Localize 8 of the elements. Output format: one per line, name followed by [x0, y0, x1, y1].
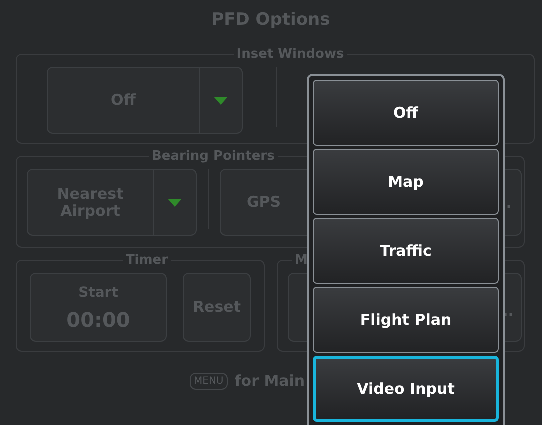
menu-option[interactable]: Video Input [313, 356, 499, 422]
menu-option[interactable]: Traffic [313, 218, 499, 284]
menu-option[interactable]: Off [313, 80, 499, 146]
button-text-fragment: . [506, 196, 512, 211]
caret-icon [214, 96, 228, 104]
menu-option[interactable]: Map [313, 149, 499, 215]
menu-option[interactable]: Flight Plan [313, 287, 499, 353]
caret-icon [168, 198, 182, 206]
